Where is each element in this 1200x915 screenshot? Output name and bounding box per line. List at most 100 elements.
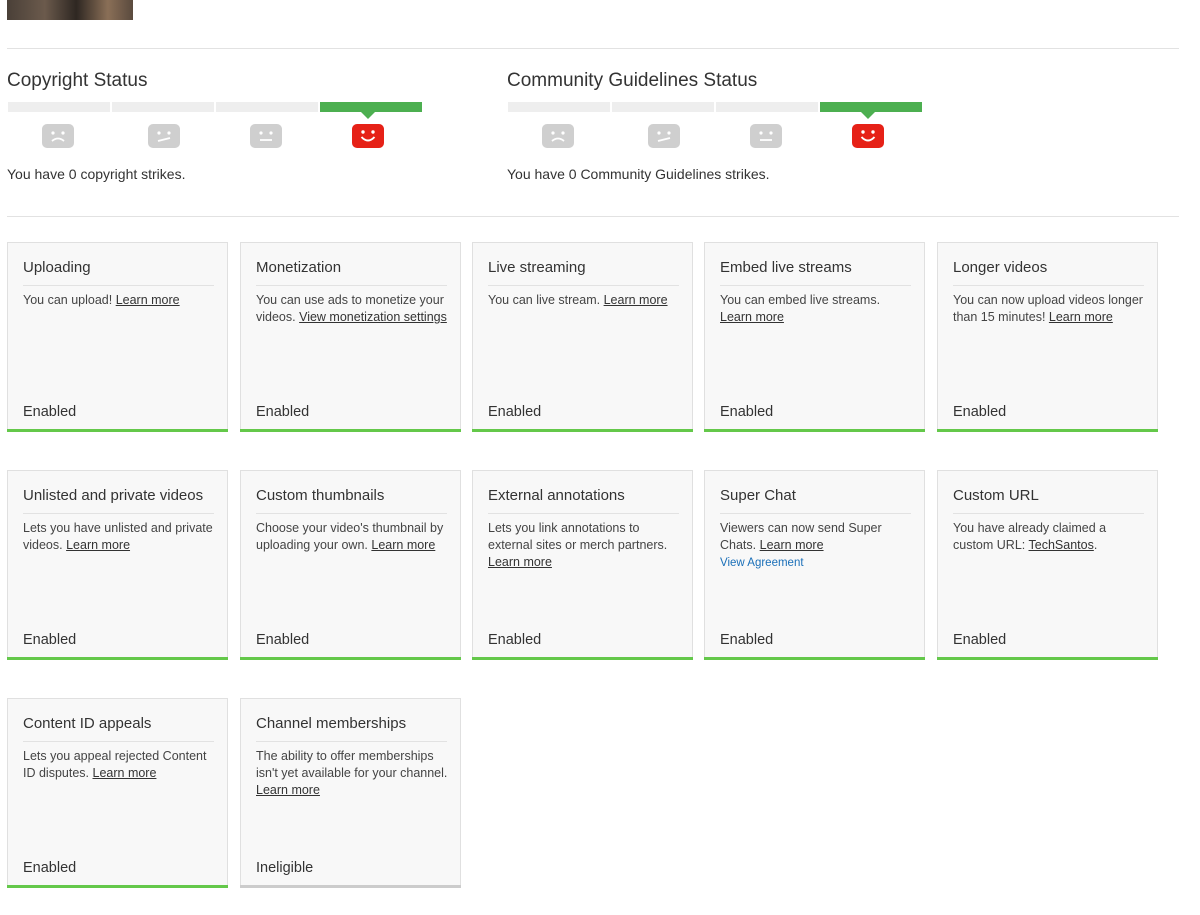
feature-title: Embed live streams — [720, 259, 911, 286]
feature-title: Content ID appeals — [23, 715, 214, 742]
sad-face-icon — [542, 124, 574, 148]
feature-card-longer-videos: Longer videos You can now upload videos … — [937, 242, 1158, 432]
status-bar — [7, 657, 228, 660]
feature-title: Channel memberships — [256, 715, 447, 742]
status-bar — [704, 429, 925, 432]
strike-segment-active — [820, 102, 922, 112]
unhappy-face-icon — [148, 124, 180, 148]
strike-segment — [508, 102, 610, 112]
copyright-strike-meter — [8, 102, 423, 152]
community-strike-meter — [508, 102, 923, 152]
active-pointer-icon — [861, 112, 875, 119]
feature-title: Super Chat — [720, 487, 911, 514]
feature-card-monetization: Monetization You can use ads to monetize… — [240, 242, 461, 432]
feature-card-super-chat: Super Chat Viewers can now send Super Ch… — [704, 470, 925, 660]
status-bar — [240, 885, 461, 888]
feature-status: Enabled — [23, 404, 77, 420]
feature-card-live-streaming: Live streaming You can live stream. Lear… — [472, 242, 693, 432]
learn-more-link[interactable]: Learn more — [66, 538, 130, 552]
community-status-title: Community Guidelines Status — [507, 70, 758, 91]
status-bar — [7, 885, 228, 888]
feature-status: Enabled — [720, 632, 774, 648]
learn-more-link[interactable]: Learn more — [1049, 310, 1113, 324]
feature-description: Lets you appeal rejected Content ID disp… — [23, 749, 207, 780]
happy-face-icon — [352, 124, 384, 148]
view-monetization-settings-link[interactable]: View monetization settings — [299, 310, 447, 324]
status-bar — [472, 429, 693, 432]
feature-title: Uploading — [23, 259, 214, 286]
feature-status: Enabled — [953, 404, 1007, 420]
feature-status: Enabled — [256, 404, 310, 420]
feature-description: You can now upload videos longer than 15… — [953, 293, 1143, 324]
strike-segment — [8, 102, 110, 112]
neutral-face-icon — [250, 124, 282, 148]
feature-description: You can upload! Learn more — [23, 293, 180, 307]
feature-description: The ability to offer memberships isn't y… — [256, 749, 448, 797]
community-guidelines-status: Community Guidelines Status You have 0 C… — [507, 68, 947, 182]
feature-title: Live streaming — [488, 259, 679, 286]
feature-title: Monetization — [256, 259, 447, 286]
feature-status: Enabled — [953, 632, 1007, 648]
view-agreement-link[interactable]: View Agreement — [720, 557, 804, 569]
feature-description: Lets you link annotations to external si… — [488, 521, 668, 569]
feature-card-unlisted-private: Unlisted and private videos Lets you hav… — [7, 470, 228, 660]
feature-card-content-id-appeals: Content ID appeals Lets you appeal rejec… — [7, 698, 228, 888]
feature-card-external-annotations: External annotations Lets you link annot… — [472, 470, 693, 660]
feature-status: Enabled — [488, 404, 542, 420]
learn-more-link[interactable]: Learn more — [371, 538, 435, 552]
feature-title: Longer videos — [953, 259, 1144, 286]
status-bar — [7, 429, 228, 432]
status-bar — [937, 657, 1158, 660]
feature-description: You can use ads to monetize your videos.… — [256, 293, 447, 324]
channel-avatar[interactable] — [7, 0, 133, 20]
status-bar — [472, 657, 693, 660]
feature-card-custom-thumbnails: Custom thumbnails Choose your video's th… — [240, 470, 461, 660]
happy-face-icon — [852, 124, 884, 148]
feature-title: Custom URL — [953, 487, 1144, 514]
feature-status: Enabled — [720, 404, 774, 420]
feature-card-channel-memberships: Channel memberships The ability to offer… — [240, 698, 461, 888]
active-pointer-icon — [361, 112, 375, 119]
strike-segment — [612, 102, 714, 112]
custom-url-link[interactable]: TechSantos — [1029, 538, 1094, 552]
feature-title: External annotations — [488, 487, 679, 514]
feature-title: Custom thumbnails — [256, 487, 447, 514]
learn-more-link[interactable]: Learn more — [116, 293, 180, 307]
feature-description: Viewers can now send Super Chats. Learn … — [720, 521, 882, 569]
feature-title: Unlisted and private videos — [23, 487, 214, 514]
neutral-face-icon — [750, 124, 782, 148]
strike-segment — [216, 102, 318, 112]
copyright-strikes-text: You have 0 copyright strikes. — [7, 166, 186, 182]
feature-card-embed-live-streams: Embed live streams You can embed live st… — [704, 242, 925, 432]
sad-face-icon — [42, 124, 74, 148]
strike-segment — [716, 102, 818, 112]
feature-status: Enabled — [256, 632, 310, 648]
feature-description: Lets you have unlisted and private video… — [23, 521, 213, 552]
feature-description: You can live stream. Learn more — [488, 293, 668, 307]
feature-status: Enabled — [23, 632, 77, 648]
status-bar — [240, 429, 461, 432]
copyright-status: Copyright Status You have 0 copyright st… — [7, 68, 447, 182]
copyright-status-title: Copyright Status — [7, 70, 148, 91]
feature-card-custom-url: Custom URL You have already claimed a cu… — [937, 470, 1158, 660]
divider — [7, 48, 1179, 49]
learn-more-link[interactable]: Learn more — [93, 766, 157, 780]
status-bar — [937, 429, 1158, 432]
feature-card-uploading: Uploading You can upload! Learn more Ena… — [7, 242, 228, 432]
status-bar — [240, 657, 461, 660]
learn-more-link[interactable]: Learn more — [488, 555, 552, 569]
feature-description: Choose your video's thumbnail by uploadi… — [256, 521, 444, 552]
learn-more-link[interactable]: Learn more — [720, 310, 784, 324]
feature-status: Enabled — [488, 632, 542, 648]
strike-segment — [112, 102, 214, 112]
status-bar — [704, 657, 925, 660]
learn-more-link[interactable]: Learn more — [760, 538, 824, 552]
learn-more-link[interactable]: Learn more — [256, 783, 320, 797]
community-strikes-text: You have 0 Community Guidelines strikes. — [507, 166, 770, 182]
feature-status: Ineligible — [256, 860, 314, 876]
feature-status: Enabled — [23, 860, 77, 876]
learn-more-link[interactable]: Learn more — [604, 293, 668, 307]
feature-description: You can embed live streams. Learn more — [720, 293, 881, 324]
divider — [7, 216, 1179, 217]
channel-status-page: Copyright Status You have 0 copyright st… — [0, 0, 1200, 915]
